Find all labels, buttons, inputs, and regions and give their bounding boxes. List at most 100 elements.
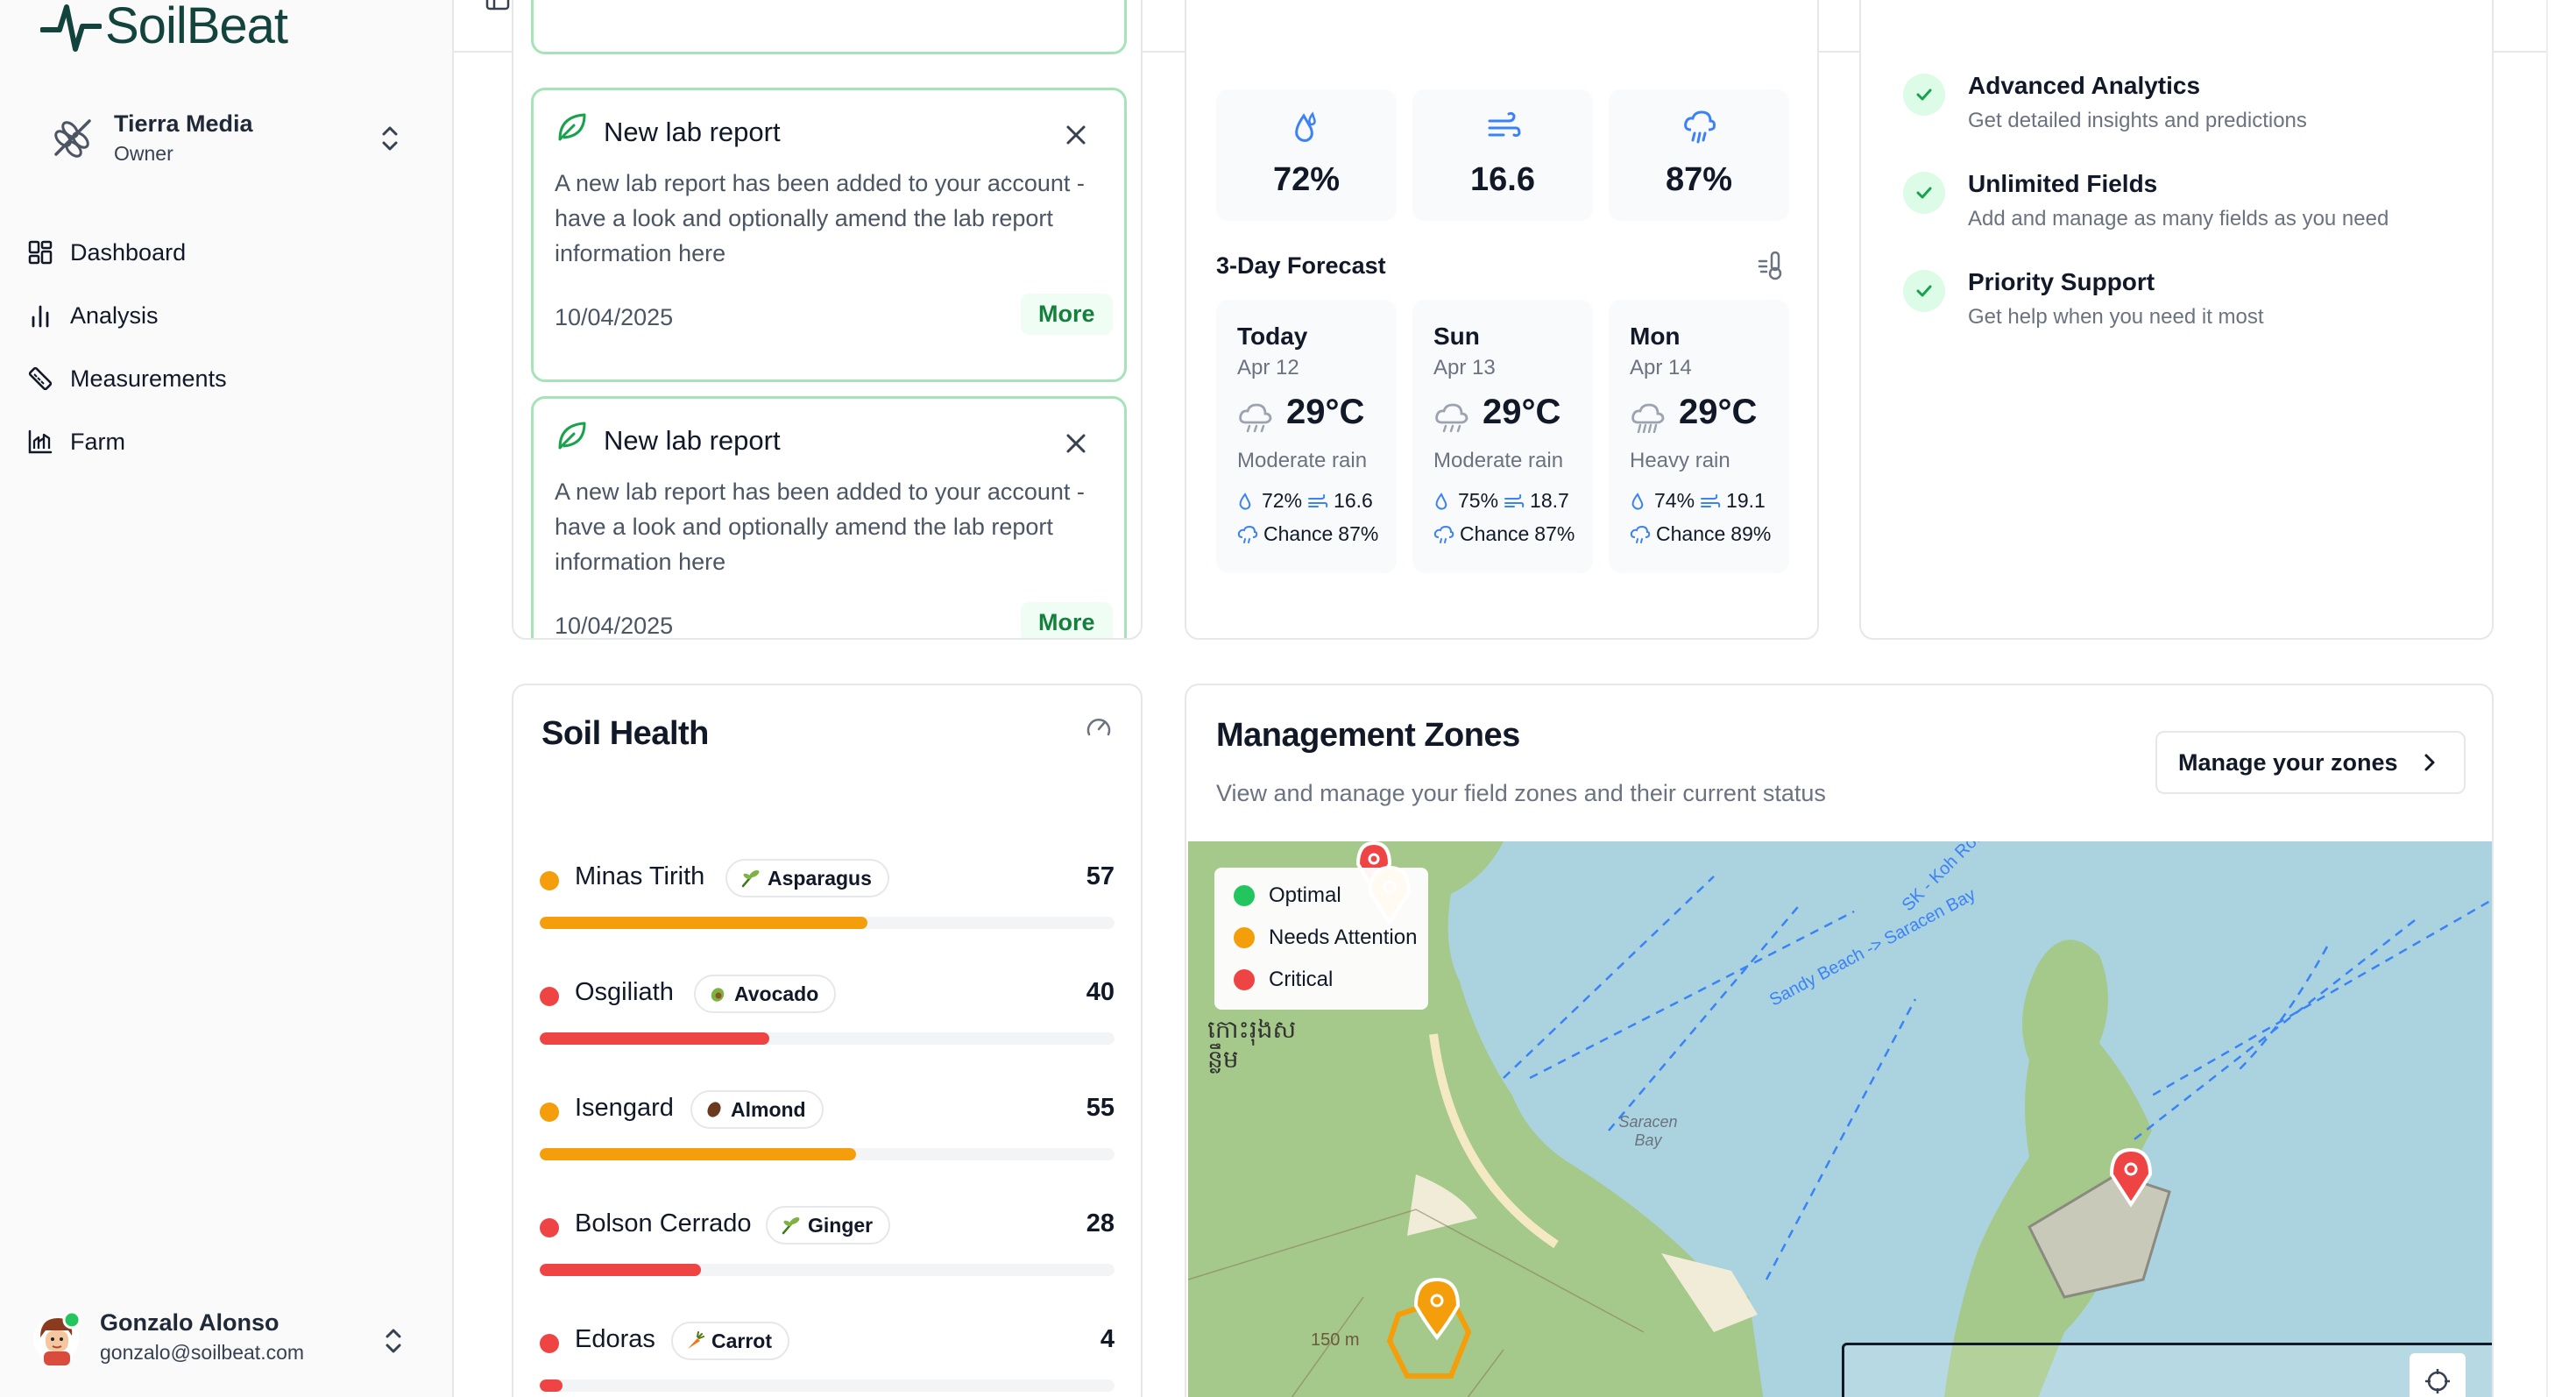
legend-label: Critical bbox=[1269, 968, 1334, 991]
legend-dot bbox=[1234, 885, 1255, 906]
forecast-day-name: Sun bbox=[1433, 323, 1480, 350]
check-circle bbox=[1903, 74, 1945, 116]
sidebar-toggle-icon[interactable] bbox=[485, 0, 510, 11]
notification-body: A new lab report has been added to your … bbox=[555, 170, 1085, 266]
leaf-icon bbox=[558, 422, 586, 450]
avatar bbox=[33, 1311, 81, 1365]
score-bar-fill bbox=[540, 1379, 563, 1392]
forecast-chance-value: 89% bbox=[1730, 522, 1772, 545]
manage-zones-button[interactable]: Manage your zones bbox=[2155, 731, 2466, 794]
field-name: Osgiliath bbox=[575, 978, 674, 1006]
soil-field-row[interactable]: Isengard Almond 55 bbox=[540, 1090, 1115, 1166]
soil-field-row[interactable]: Edoras Carrot 4 bbox=[540, 1322, 1115, 1397]
page-scrollbar-track[interactable] bbox=[2546, 0, 2576, 1397]
score-bar-fill bbox=[540, 917, 867, 929]
nav-item-label: Farm bbox=[70, 428, 125, 455]
forecast-metrics: 72% 16.6 bbox=[1237, 489, 1373, 513]
heartbeat-logo-icon bbox=[40, 4, 102, 52]
feature-item: Priority Support Get help when you need … bbox=[1903, 268, 2464, 347]
forecast-chance: Chance 87% bbox=[1237, 522, 1378, 546]
user-menu[interactable]: Gonzalo Alonso gonzalo@soilbeat.com bbox=[32, 1304, 426, 1374]
sprout-icon bbox=[782, 1217, 800, 1235]
soil-score: 55 bbox=[1086, 1094, 1115, 1122]
premium-features-card: Advanced Analytics Get detailed insights… bbox=[1859, 0, 2494, 640]
status-dot bbox=[540, 1218, 559, 1237]
notification-item[interactable]: New lab report A new lab report has been… bbox=[531, 88, 1127, 382]
crop-badge: Almond bbox=[690, 1090, 824, 1129]
nav-item-dashboard[interactable]: Dashboard bbox=[26, 228, 421, 277]
farm-chart-icon bbox=[28, 429, 53, 454]
forecast-desc: Moderate rain bbox=[1237, 449, 1368, 472]
feature-item: Unlimited Fields Add and manage as many … bbox=[1903, 170, 2464, 249]
nav-item-label: Dashboard bbox=[70, 238, 187, 266]
check-icon bbox=[1916, 89, 1932, 101]
soil-field-row[interactable]: Osgiliath Avocado 40 bbox=[540, 975, 1115, 1050]
feature-title: Priority Support bbox=[1968, 268, 2155, 295]
gauge-icon[interactable] bbox=[1085, 713, 1113, 741]
soil-score: 28 bbox=[1086, 1209, 1115, 1237]
legend-label: Optimal bbox=[1269, 883, 1341, 907]
cloud-rain-icon bbox=[1435, 403, 1468, 433]
soil-field-row[interactable]: Bolson Cerrado Ginger 28 bbox=[540, 1206, 1115, 1281]
avocado-icon bbox=[711, 988, 725, 1002]
forecast-day: Mon Apr 14 29°C Heavy rain 74% 19.1 Chan… bbox=[1609, 300, 1789, 573]
forecast-wind: 18.7 bbox=[1530, 489, 1569, 512]
nav-item-measurements[interactable]: Measurements bbox=[26, 354, 421, 403]
wind-icon bbox=[1308, 493, 1328, 507]
forecast-wind: 19.1 bbox=[1726, 489, 1766, 512]
legend-item-critical: Critical bbox=[1234, 959, 1428, 1001]
forecast-temp: 29°C bbox=[1679, 393, 1758, 431]
score-bar bbox=[540, 917, 1115, 929]
forecast-day-name: Mon bbox=[1630, 323, 1681, 350]
map-overlay-panel bbox=[1842, 1343, 2492, 1397]
leaf-icon bbox=[558, 113, 586, 141]
crop-badge: Ginger bbox=[766, 1206, 891, 1245]
app-logo[interactable]: SoilBeat bbox=[40, 0, 288, 53]
field-name: Minas Tirith bbox=[575, 862, 705, 890]
humidity-icon bbox=[1239, 492, 1251, 510]
forecast-day: Sun Apr 13 29°C Moderate rain 75% 18.7 C… bbox=[1412, 300, 1593, 573]
nav-item-analysis[interactable]: Analysis bbox=[26, 291, 421, 340]
status-dot bbox=[540, 1103, 559, 1122]
field-name: Isengard bbox=[575, 1094, 674, 1122]
sidebar: SoilBeat Tierra Media Owner Dashboard An… bbox=[0, 0, 454, 1397]
score-bar bbox=[540, 1148, 1115, 1160]
sprout-icon bbox=[741, 870, 760, 888]
locate-button[interactable] bbox=[2410, 1353, 2466, 1397]
forecast-date: Apr 14 bbox=[1630, 356, 1692, 379]
nav-item-label: Measurements bbox=[70, 365, 227, 392]
wind-icon bbox=[1504, 493, 1525, 507]
notification-item-partial[interactable] bbox=[531, 0, 1127, 54]
crop-badge: Avocado bbox=[694, 975, 837, 1013]
crop-name: Ginger bbox=[808, 1213, 874, 1237]
online-status-dot bbox=[62, 1311, 81, 1330]
close-icon[interactable] bbox=[1063, 122, 1089, 148]
team-name: Tierra Media bbox=[114, 110, 253, 137]
status-dot bbox=[540, 1334, 559, 1353]
team-role: Owner bbox=[114, 142, 173, 165]
nav-item-label: Analysis bbox=[70, 301, 159, 329]
forecast-date: Apr 12 bbox=[1237, 356, 1299, 379]
more-button[interactable]: More bbox=[1021, 294, 1113, 335]
rain-chance-icon bbox=[1630, 525, 1651, 543]
notification-item[interactable]: New lab report A new lab report has been… bbox=[531, 396, 1127, 638]
soil-field-row[interactable]: Minas Tirith Asparagus 57 bbox=[540, 859, 1115, 934]
team-switcher[interactable]: Tierra Media Owner bbox=[44, 103, 412, 174]
feature-title: Advanced Analytics bbox=[1968, 72, 2201, 99]
notification-date: 10/04/2025 bbox=[555, 304, 674, 330]
forecast-metrics: 75% 18.7 bbox=[1433, 489, 1569, 513]
nav-item-farm[interactable]: Farm bbox=[26, 417, 421, 466]
forecast-humidity: 75% bbox=[1458, 489, 1499, 512]
thermometer-wind-icon[interactable] bbox=[1756, 249, 1787, 280]
forecast-date: Apr 13 bbox=[1433, 356, 1496, 379]
rain-chance-value: 87% bbox=[1665, 161, 1733, 198]
check-icon bbox=[1916, 187, 1932, 199]
close-icon[interactable] bbox=[1063, 430, 1089, 457]
humidity-icon bbox=[1631, 492, 1644, 510]
forecast-humidity: 72% bbox=[1262, 489, 1303, 512]
more-button[interactable]: More bbox=[1021, 602, 1113, 638]
forecast-temp: 29°C bbox=[1286, 393, 1365, 431]
forecast-temp: 29°C bbox=[1483, 393, 1561, 431]
rain-chance-icon bbox=[1237, 525, 1258, 543]
zones-map[interactable]: កោះរុងស ន្លឹម Saracen Bay Sandy Beach ->… bbox=[1188, 841, 2492, 1397]
